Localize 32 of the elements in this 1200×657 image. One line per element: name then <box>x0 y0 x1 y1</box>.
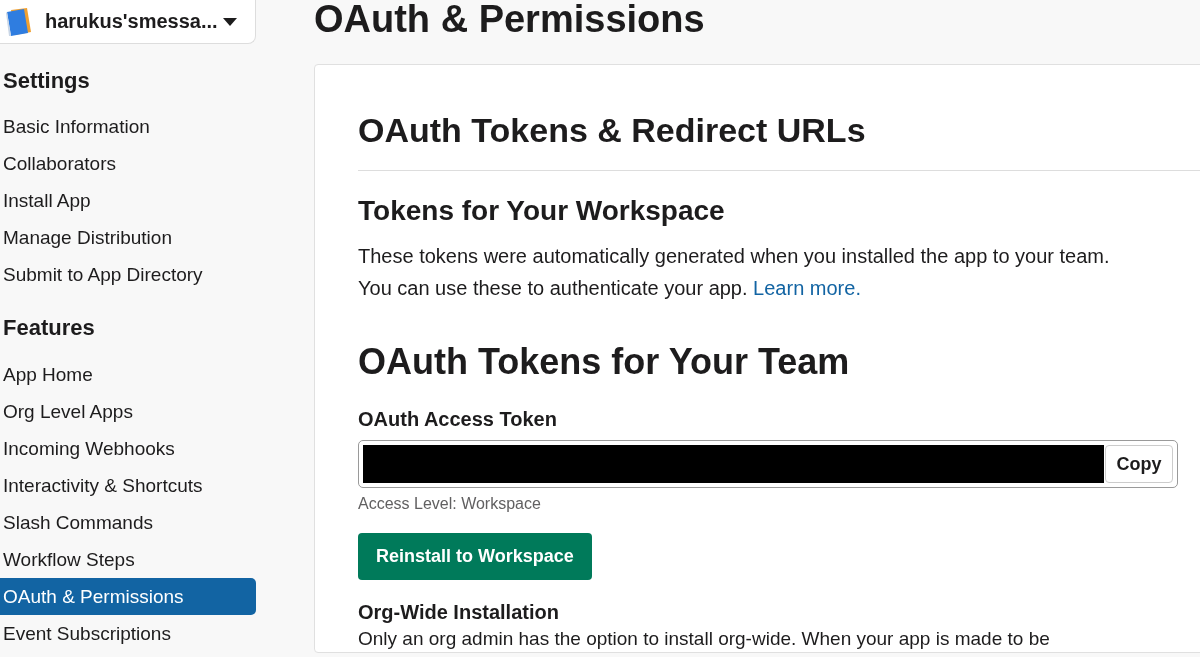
sidebar-item[interactable]: Collaborators <box>0 145 256 182</box>
learn-more-link[interactable]: Learn more. <box>753 277 861 299</box>
description-text: These tokens were automatically generated when you installed the app to your team. You can use these to authenticate your app. Learn more. <box>358 244 1111 301</box>
caret-icon <box>223 17 237 26</box>
workspace-selector[interactable]: harukus'smessa... <box>0 0 256 44</box>
sidebar-item[interactable]: OAuth & Permissions <box>0 578 256 615</box>
book-icon <box>5 6 33 37</box>
sidebar-item[interactable]: Incoming Webhooks <box>0 430 256 467</box>
sidebar-item[interactable]: Org Level Apps <box>0 393 256 430</box>
sidebar-item[interactable]: Workflow Steps <box>0 541 256 578</box>
sidebar-item[interactable]: Install App <box>0 182 256 219</box>
sidebar-item[interactable]: Slash Commands <box>0 504 256 541</box>
sidebar-item[interactable]: App Home <box>0 356 256 393</box>
section-heading: OAuth Tokens & Redirect URLs <box>358 110 1200 171</box>
sidebar-item[interactable]: Submit to App Directory <box>0 256 256 293</box>
access-level-note: Access Level: Workspace <box>358 494 542 514</box>
workspace-name: harukus'smessa... <box>45 10 218 33</box>
sidebar-section-title: Features <box>2 314 96 342</box>
page-title: OAuth & Permissions <box>314 0 706 38</box>
field-label: OAuth Access Token <box>358 407 558 432</box>
sidebar-item[interactable]: Interactivity & Shortcuts <box>0 467 256 504</box>
subsection-heading: Tokens for Your Workspace <box>358 194 726 228</box>
section-heading: OAuth Tokens for Your Team <box>358 340 851 384</box>
sidebar-item[interactable]: Event Subscriptions <box>0 615 256 652</box>
reinstall-button[interactable]: Reinstall to Workspace <box>358 533 592 580</box>
sidebar-item[interactable]: Manage Distribution <box>0 219 256 256</box>
copy-button[interactable]: Copy <box>1105 445 1173 483</box>
sidebar-section-title: Settings <box>2 67 91 95</box>
token-field[interactable]: Copy <box>358 440 1178 488</box>
sidebar-item[interactable]: Basic Information <box>0 108 256 145</box>
description-text: Only an org admin has the option to install org-wide. When your app is made to be <box>358 627 1051 651</box>
subsection-heading: Org-Wide Installation <box>358 600 560 625</box>
